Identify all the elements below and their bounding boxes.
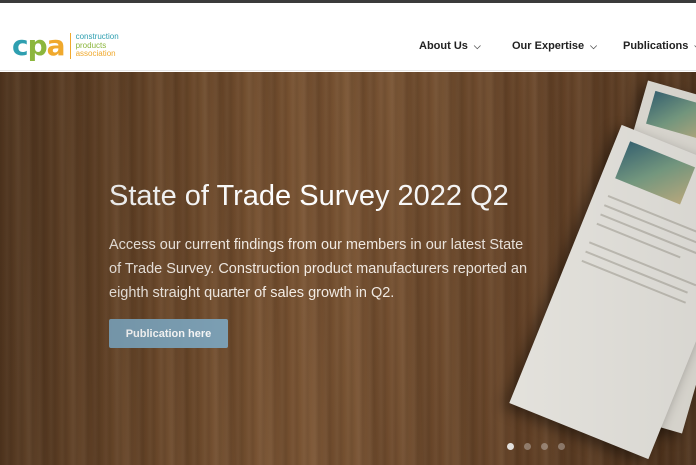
carousel-dot-1[interactable] xyxy=(507,443,514,450)
logo-mark: cpa xyxy=(12,29,66,62)
cpa-logo[interactable]: cpa construction products association xyxy=(12,32,119,60)
chevron-down-icon: ⌵ xyxy=(473,40,481,51)
logo-divider xyxy=(69,33,71,59)
nav-publications-label: Publications xyxy=(623,40,689,52)
magazine-text-line xyxy=(585,250,688,294)
hero-description: Access our current findings from our mem… xyxy=(109,237,528,301)
logo-mark-a: a xyxy=(46,29,66,62)
hero-banner: State of Trade Survey 2022 Q2 Access our… xyxy=(0,72,696,465)
chevron-down-icon: ⌵ xyxy=(590,40,597,51)
logo-mark-c: c xyxy=(12,29,29,62)
nav-about-us-label: About Us xyxy=(419,40,468,52)
logo-wordmark: construction products association xyxy=(76,33,119,59)
carousel-dot-4[interactable] xyxy=(558,443,565,450)
magazine-photo xyxy=(615,141,696,205)
magazine-text-line xyxy=(581,259,687,304)
logo-line-3: association xyxy=(75,49,116,59)
magazine-photo xyxy=(646,90,696,141)
logo-mark-p: p xyxy=(27,29,48,62)
carousel-dot-3[interactable] xyxy=(541,443,548,450)
nav-publications[interactable]: Publications ⌵ xyxy=(623,40,696,52)
carousel-indicators xyxy=(507,443,565,450)
carousel-dot-2[interactable] xyxy=(524,443,531,450)
magazine-image-front xyxy=(509,124,696,460)
nav-our-expertise-label: Our Expertise xyxy=(512,40,585,52)
magazine-text-line xyxy=(588,241,696,287)
publication-button[interactable]: Publication here xyxy=(109,319,228,348)
nav-our-expertise[interactable]: Our Expertise ⌵ xyxy=(512,40,597,52)
nav-about-us[interactable]: About Us ⌵ xyxy=(419,40,481,52)
hero-title: State of Trade Survey 2022 Q2 xyxy=(109,180,509,212)
site-header: cpa construction products association Ab… xyxy=(0,3,696,71)
